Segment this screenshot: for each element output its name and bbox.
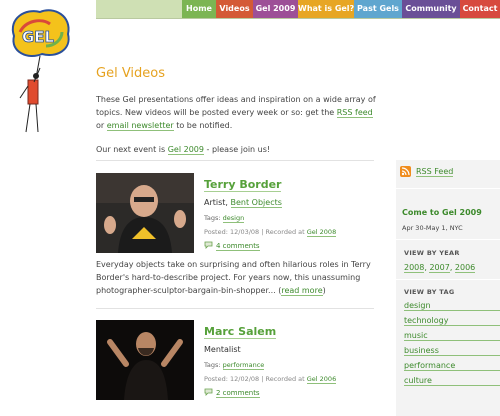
video-description: Everyday objects take on surprising and … xyxy=(96,260,371,296)
divider xyxy=(96,160,374,161)
sidebar-divider xyxy=(396,239,500,240)
sidebar-tag-technology[interactable]: technology xyxy=(404,316,500,326)
recorded-at-link[interactable]: Gel 2006 xyxy=(306,375,337,384)
video-thumbnail[interactable] xyxy=(96,173,194,253)
intro-text-part: Our next event is xyxy=(96,145,168,154)
page-title: Gel Videos xyxy=(96,66,166,81)
sidebar-divider xyxy=(396,188,500,189)
year-link-2008[interactable]: 2008 xyxy=(404,263,425,273)
nav-item-what-is-gel[interactable]: What is Gel? xyxy=(298,0,354,18)
video-tags: Tags: design xyxy=(204,214,374,223)
tag-list: design technology music business perform… xyxy=(404,301,500,386)
sidebar-rss[interactable]: RSS Feed xyxy=(400,166,454,177)
sidebar-tag-business[interactable]: business xyxy=(404,346,500,356)
intro-text-part: These Gel presentations offer ideas and … xyxy=(96,95,376,117)
email-newsletter-link[interactable]: email newsletter xyxy=(106,121,174,131)
sidebar-tag-performance[interactable]: performance xyxy=(404,361,500,371)
view-by-tag: VIEW BY TAG design technology music busi… xyxy=(404,288,500,391)
comments-link[interactable]: 4 comments xyxy=(216,242,260,251)
sidebar-rss-link[interactable]: RSS Feed xyxy=(416,167,454,177)
tag-link[interactable]: performance xyxy=(222,361,265,370)
rss-icon xyxy=(400,166,411,177)
nav-item-home[interactable]: Home xyxy=(182,0,216,18)
sidebar: RSS Feed Come to Gel 2009 Apr 30-May 1, … xyxy=(396,160,500,416)
intro-text-part: to be notified. xyxy=(173,121,233,130)
tag-link[interactable]: design xyxy=(222,214,245,223)
posted-text: Posted: 12/02/08 | Recorded at xyxy=(204,375,307,383)
come-to-gel-link[interactable]: Come to Gel 2009 xyxy=(402,208,482,217)
posted-info: Posted: 12/03/08 | Recorded at Gel 2008 xyxy=(204,228,374,237)
intro-text-part: - please join us! xyxy=(203,145,271,154)
video-item: Marc Salem Mentalist Tags: performance P… xyxy=(96,320,376,416)
view-by-year: VIEW BY YEAR 2008, 2007, 2006 xyxy=(404,249,500,273)
main-nav: Home Videos Gel 2009 What is Gel? Past Gels C… xyxy=(96,0,500,19)
intro-text: These Gel presentations offer ideas and … xyxy=(96,93,383,156)
view-by-year-heading: VIEW BY YEAR xyxy=(404,249,460,257)
speaker-role: Mentalist xyxy=(204,345,241,354)
role-text: Artist, xyxy=(204,198,231,207)
tags-label: Tags: xyxy=(204,361,223,369)
nav-item-contact[interactable]: Contact xyxy=(460,0,500,18)
sidebar-tag-culture[interactable]: culture xyxy=(404,376,500,386)
nav-item-community[interactable]: Community xyxy=(402,0,460,18)
video-title-link[interactable]: Terry Border xyxy=(204,178,282,192)
posted-text: Posted: 12/03/08 | Recorded at xyxy=(204,228,307,236)
read-more-link[interactable]: read more xyxy=(281,286,323,296)
event-dates: Apr 30-May 1, NYC xyxy=(402,224,463,232)
year-link-2007[interactable]: 2007 xyxy=(429,263,450,273)
comments-row[interactable]: 4 comments xyxy=(204,241,374,251)
rss-feed-link[interactable]: RSS feed xyxy=(336,108,373,118)
video-title-link[interactable]: Marc Salem xyxy=(204,325,277,339)
intro-text-part: or xyxy=(96,121,107,130)
comments-row[interactable]: 2 comments xyxy=(204,388,374,398)
nav-item-videos[interactable]: Videos xyxy=(216,0,253,18)
year-links: 2008, 2007, 2006 xyxy=(404,263,476,273)
nav-item-gel-2009[interactable]: Gel 2009 xyxy=(253,0,298,18)
comment-bubble-icon xyxy=(204,388,213,398)
comments-link[interactable]: 2 comments xyxy=(216,389,260,398)
gel-logo[interactable]: GEL xyxy=(6,6,76,136)
video-item: Terry Border Artist, Bent Objects Tags: … xyxy=(96,173,376,313)
description-text: Everyday objects take on surprising and … xyxy=(96,260,371,295)
nav-spacer xyxy=(96,0,182,18)
logo-wordmark: GEL xyxy=(22,28,55,46)
view-by-tag-heading: VIEW BY TAG xyxy=(404,288,455,296)
comment-bubble-icon xyxy=(204,241,213,251)
main-content: Gel Videos These Gel presentations offer… xyxy=(96,60,380,167)
posted-info: Posted: 12/02/08 | Recorded at Gel 2006 xyxy=(204,375,374,384)
tags-label: Tags: xyxy=(204,214,223,222)
video-tags: Tags: performance xyxy=(204,361,374,370)
sidebar-tag-music[interactable]: music xyxy=(404,331,500,341)
bent-objects-link[interactable]: Bent Objects xyxy=(230,198,282,208)
event-box: Come to Gel 2009 Apr 30-May 1, NYC xyxy=(402,200,500,232)
sidebar-tag-design[interactable]: design xyxy=(404,301,500,311)
nav-item-past-gels[interactable]: Past Gels xyxy=(354,0,402,18)
recorded-at-link[interactable]: Gel 2008 xyxy=(306,228,337,237)
sidebar-divider xyxy=(396,279,500,280)
divider xyxy=(96,308,374,309)
gel-2009-link[interactable]: Gel 2009 xyxy=(167,145,204,155)
video-thumbnail[interactable] xyxy=(96,320,194,400)
year-link-2006[interactable]: 2006 xyxy=(454,263,476,273)
speaker-role: Artist, Bent Objects xyxy=(204,198,374,208)
